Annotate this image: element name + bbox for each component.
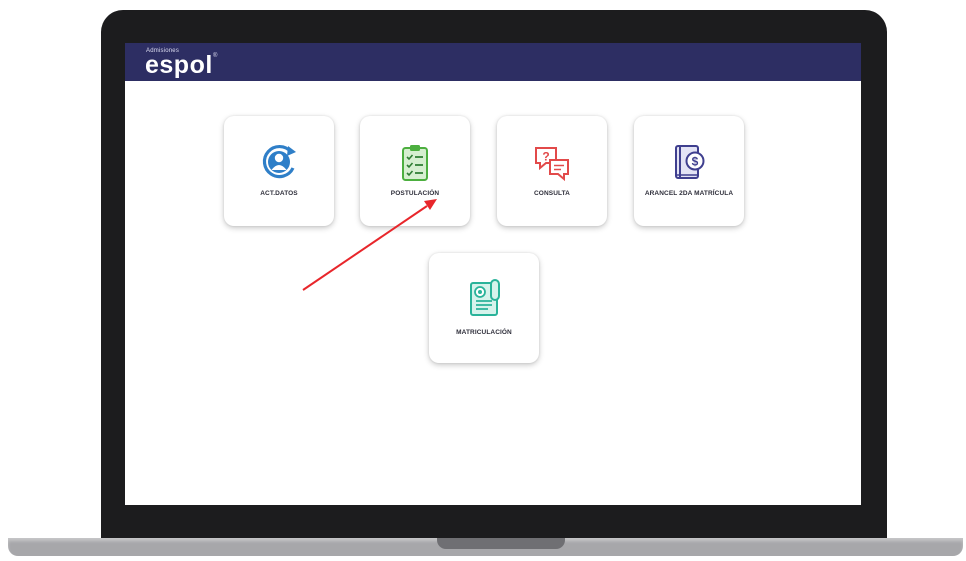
laptop-base bbox=[8, 538, 963, 556]
red-arrow-icon bbox=[302, 199, 437, 291]
app-screen: Admisiones espol ® ACT.DATOS POSTULACIÓN… bbox=[125, 43, 861, 505]
laptop-notch bbox=[437, 538, 565, 549]
